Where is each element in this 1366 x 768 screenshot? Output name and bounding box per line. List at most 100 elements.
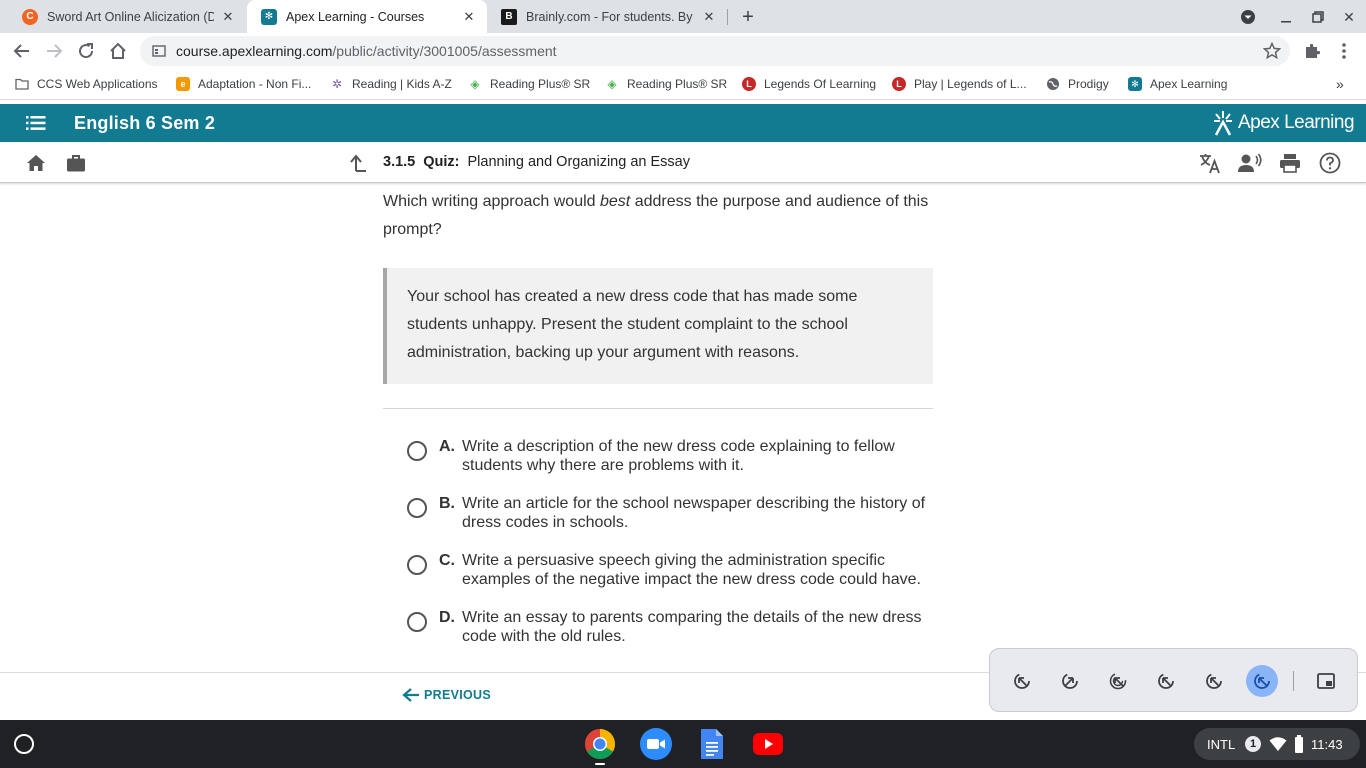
choice-text: Write an essay to parents comparing the … <box>462 609 922 645</box>
zoom-icon[interactable] <box>640 728 672 760</box>
activity-number: 3.1.5 <box>383 154 416 170</box>
more-bookmarks-icon[interactable]: » <box>1336 75 1344 93</box>
tab-separator <box>727 9 728 25</box>
legends-icon: L <box>742 77 756 91</box>
crunchyroll-favicon-icon: C <box>22 8 38 25</box>
help-icon[interactable] <box>1318 151 1342 175</box>
youtube-icon[interactable] <box>752 728 784 760</box>
wifi-icon <box>1269 736 1287 757</box>
battery-icon <box>1294 735 1304 758</box>
site-info-icon[interactable] <box>152 44 166 58</box>
folder-icon <box>15 77 29 91</box>
bookmark-reading-plus-2[interactable]: ◈ Reading Plus® SR <box>605 75 727 93</box>
clock: 11:43 <box>1311 737 1343 752</box>
globe-icon <box>1046 77 1060 91</box>
brainly-favicon-icon: B <box>501 8 517 25</box>
reading-plus-icon: ◈ <box>607 77 617 91</box>
ime-indicator: INTL <box>1207 737 1236 752</box>
forward-icon[interactable] <box>42 39 66 63</box>
apex-icon: ✻ <box>1128 77 1142 91</box>
home-icon[interactable] <box>106 39 130 63</box>
apex-learning-logo: Apex Learning <box>1212 110 1355 136</box>
scroll-click-icon[interactable] <box>1198 665 1230 697</box>
print-icon[interactable] <box>1278 151 1302 175</box>
double-click-icon[interactable] <box>1102 665 1134 697</box>
translate-icon[interactable] <box>1198 151 1222 175</box>
tab-brainly[interactable]: B Brainly.com - For students. By st ✕ <box>487 0 727 33</box>
answer-choice-b[interactable]: B. Write an article for the school newsp… <box>407 494 937 538</box>
legends-icon: L <box>892 77 906 91</box>
new-tab-icon[interactable]: + <box>736 5 760 29</box>
address-bar[interactable]: course.apexlearning.com/public/activity/… <box>140 36 1290 66</box>
back-icon[interactable] <box>10 39 34 63</box>
course-title: English 6 Sem 2 <box>74 113 216 133</box>
choice-text: Write a description of the new dress cod… <box>462 438 895 474</box>
bookmarks-bar: CCS Web Applications e Adaptation - Non … <box>0 69 1366 100</box>
tab-search-icon[interactable] <box>1236 5 1260 29</box>
radio-button[interactable] <box>407 498 427 518</box>
left-click-icon[interactable] <box>1006 665 1038 697</box>
chrome-icon[interactable] <box>584 728 616 760</box>
tab-title: Brainly.com - For students. By st <box>526 9 695 24</box>
radio-button[interactable] <box>407 612 427 632</box>
question-text: Which writing approach would best addres… <box>383 193 929 238</box>
e-icon: e <box>176 77 190 91</box>
auto-click-icon[interactable] <box>1246 665 1278 697</box>
bookmark-adaptation[interactable]: e Adaptation - Non Fi... <box>176 75 311 93</box>
bookmark-star-icon[interactable] <box>1260 39 1284 63</box>
answer-choice-d[interactable]: D. Write an essay to parents comparing t… <box>407 608 937 652</box>
bookmark-reading-plus-1[interactable]: ◈ Reading Plus® SR <box>468 75 590 93</box>
close-tab-icon[interactable]: ✕ <box>220 9 236 25</box>
bookmark-play-legends[interactable]: L Play | Legends of L... <box>892 75 1027 93</box>
briefcase-icon[interactable] <box>64 151 88 175</box>
choice-letter: C. <box>439 552 455 569</box>
kids-az-icon: ✲ <box>331 77 343 91</box>
bookmark-kids-az[interactable]: ✲ Reading | Kids A-Z <box>330 75 452 93</box>
notification-count: 1 <box>1245 736 1261 752</box>
os-shelf: INTL 1 11:43 <box>0 720 1366 768</box>
bookmark-prodigy[interactable]: Prodigy <box>1046 75 1109 93</box>
menu-icon[interactable] <box>26 115 46 136</box>
reload-icon[interactable] <box>74 39 98 63</box>
close-window-icon[interactable]: ✕ <box>1337 5 1361 29</box>
right-click-icon[interactable] <box>1054 665 1086 697</box>
google-docs-icon[interactable] <box>696 728 728 760</box>
browser-toolbar: course.apexlearning.com/public/activity/… <box>0 33 1366 69</box>
close-tab-icon[interactable]: ✕ <box>701 9 717 25</box>
close-tab-icon[interactable]: ✕ <box>461 9 477 25</box>
activity-type: Quiz: <box>423 154 460 170</box>
answer-choice-a[interactable]: A. Write a description of the new dress … <box>407 437 937 481</box>
radio-button[interactable] <box>407 441 427 461</box>
tab-title: Sword Art Online Alicization (Dut <box>47 9 214 24</box>
accessibility-click-panel <box>989 648 1358 712</box>
panel-position-icon[interactable] <box>1310 665 1342 697</box>
tab-title: Apex Learning - Courses <box>286 9 425 24</box>
divider <box>383 408 933 409</box>
answer-choice-c[interactable]: C. Write a persuasive speech giving the … <box>407 551 937 595</box>
prompt-box: Your school has created a new dress code… <box>383 268 933 384</box>
active-app-indicator <box>595 763 605 765</box>
course-header-bar: English 6 Sem 2 Apex Learning <box>0 104 1366 142</box>
restore-icon[interactable] <box>1306 5 1330 29</box>
bookmark-legends-of-learning[interactable]: L Legends Of Learning <box>742 75 876 93</box>
read-aloud-icon[interactable] <box>1238 151 1262 175</box>
launcher-icon[interactable] <box>14 734 34 754</box>
choice-letter: A. <box>439 438 455 455</box>
drag-icon[interactable] <box>1150 665 1182 697</box>
browser-tab-strip: C Sword Art Online Alicization (Dut ✕ ✻ … <box>0 0 1366 33</box>
bookmark-ccs-web-applications[interactable]: CCS Web Applications <box>15 75 158 93</box>
activity-heading: 3.1.5 Quiz: Planning and Organizing an E… <box>383 154 690 170</box>
minimize-icon[interactable] <box>1274 5 1298 29</box>
home-icon[interactable] <box>24 151 48 175</box>
tab-sword-art-online[interactable]: C Sword Art Online Alicization (Dut ✕ <box>8 0 246 33</box>
tab-apex-learning[interactable]: ✻ Apex Learning - Courses ✕ <box>247 0 487 33</box>
extensions-puzzle-icon[interactable] <box>1300 39 1324 63</box>
url-path: /public/activity/3001005/assessment <box>332 43 557 59</box>
activity-bar: 3.1.5 Quiz: Planning and Organizing an E… <box>0 142 1366 183</box>
bookmark-apex-learning[interactable]: ✻ Apex Learning <box>1128 75 1227 93</box>
apex-logo-icon <box>1212 110 1234 136</box>
more-menu-icon[interactable] <box>1332 39 1356 63</box>
up-level-icon[interactable] <box>346 151 370 175</box>
radio-button[interactable] <box>407 555 427 575</box>
previous-button[interactable]: PREVIOUS <box>402 687 491 703</box>
